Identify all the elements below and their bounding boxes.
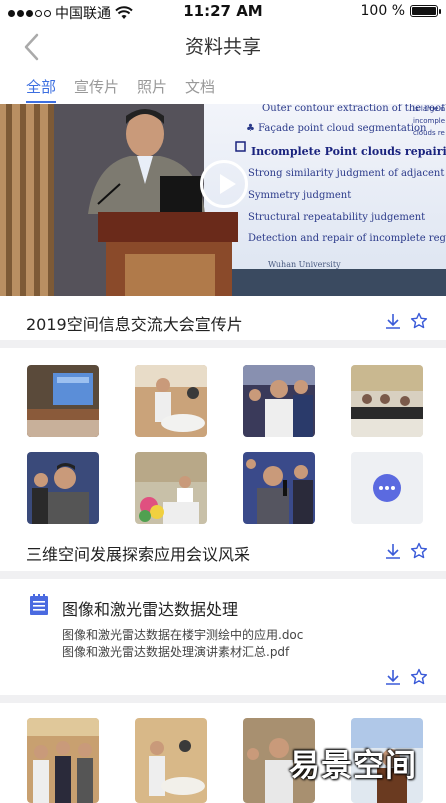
section-divider (0, 695, 446, 703)
slide-line-text: Façade point cloud segmentation (258, 123, 427, 134)
photo-thumbnail[interactable] (135, 365, 207, 437)
play-icon[interactable] (200, 160, 248, 208)
photo-thumbnail[interactable] (243, 365, 315, 437)
slide-line: clouds re (413, 129, 445, 137)
battery-icon (410, 5, 441, 17)
document-list-icon (30, 594, 48, 615)
slide-line: Symmetry judgment (248, 190, 351, 201)
photo-actions (384, 542, 428, 560)
photo-thumbnail[interactable] (27, 718, 99, 803)
star-icon[interactable] (410, 312, 428, 330)
slide-line: incomple (413, 117, 445, 125)
slide-line: Wuhan University (268, 260, 341, 269)
photo-thumbnail[interactable] (351, 365, 423, 437)
photo-thumbnail[interactable] (135, 718, 207, 803)
nav-bar: 资料共享 (0, 24, 446, 70)
tab-bar: 全部 宣传片 照片 文档 (26, 76, 215, 103)
more-dots-icon (373, 474, 401, 502)
star-icon[interactable] (410, 668, 428, 686)
photo-thumbnail[interactable] (135, 452, 207, 524)
page-title: 资料共享 (184, 36, 261, 58)
photo-thumbnail[interactable] (243, 452, 315, 524)
photo-album-title: 三维空间发展探索应用会议风采 (26, 545, 251, 564)
tab-documents[interactable]: 文档 (185, 76, 215, 103)
section-divider (0, 340, 446, 348)
download-icon[interactable] (384, 668, 402, 686)
tab-all[interactable]: 全部 (26, 76, 57, 103)
document-file-link[interactable]: 图像和激光雷达数据在楼宇测绘中的应用.doc (62, 626, 303, 643)
slide-line: Strong similarity judgment of adjacent b… (248, 168, 446, 179)
photo-thumbnail[interactable] (27, 365, 99, 437)
download-icon[interactable] (384, 542, 402, 560)
download-icon[interactable] (384, 312, 402, 330)
document-group-title: 图像和激光雷达数据处理 (62, 600, 239, 619)
status-bar: 中国联通 11:27 AM 100 % (0, 0, 446, 24)
document-actions (384, 668, 428, 686)
slide-line: ♣ Façade point cloud segmentation (246, 123, 427, 134)
battery-percent: 100 % (360, 3, 405, 19)
slide-line: Structural repeatability judgement (248, 212, 425, 223)
tab-promo-videos[interactable]: 宣传片 (74, 76, 119, 103)
slide-line: Incomplete Point clouds repairing (251, 145, 446, 158)
photo-thumbnail[interactable] (27, 452, 99, 524)
tab-photos[interactable]: 照片 (137, 76, 167, 103)
slide-line: Detection and repair of incomplete regio… (248, 233, 446, 244)
video-player[interactable]: Outer contour extraction of the roof ♣ F… (0, 104, 446, 296)
star-icon[interactable] (410, 542, 428, 560)
slide-line: is large n (413, 105, 445, 113)
section-divider (0, 571, 446, 579)
watermark-text: 易景空间 (289, 748, 417, 784)
video-title: 2019空间信息交流大会宣传片 (26, 315, 243, 334)
more-photos-button[interactable] (351, 452, 423, 524)
video-actions (384, 312, 428, 330)
status-right: 100 % (360, 3, 441, 19)
document-file-link[interactable]: 图像和激光雷达数据处理演讲素材汇总.pdf (62, 643, 289, 660)
